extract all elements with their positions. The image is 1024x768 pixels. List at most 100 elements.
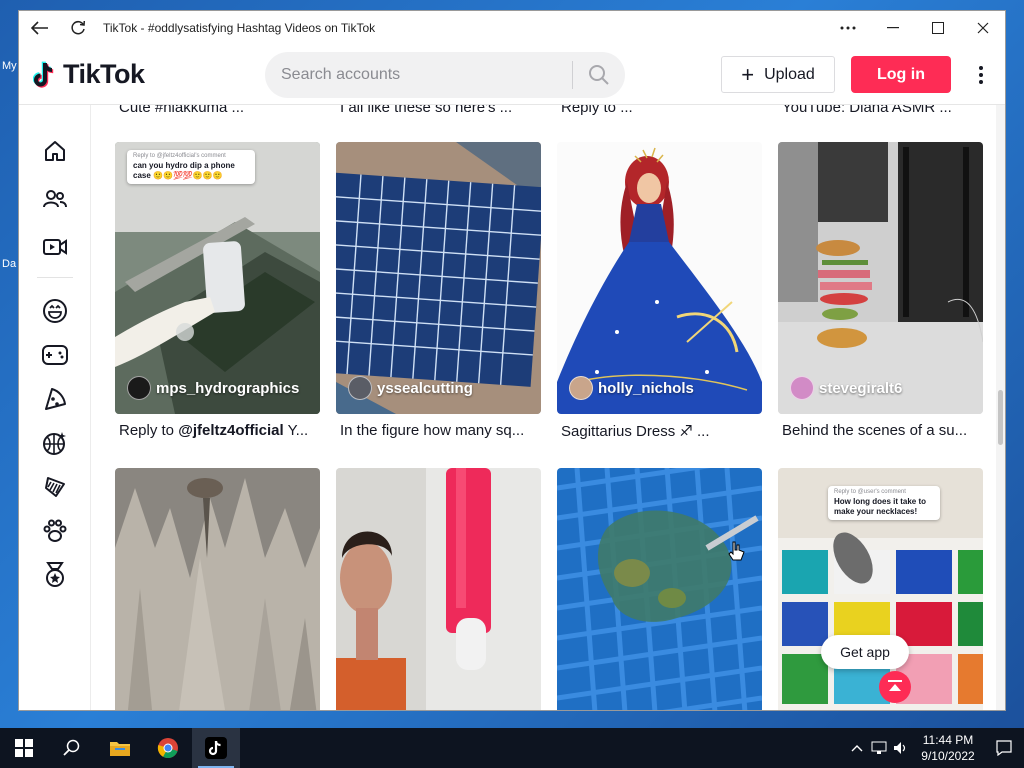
avatar <box>790 376 814 400</box>
close-icon <box>977 22 988 34</box>
video-card[interactable]: yssealcutting In the figure how many sq.… <box>336 142 541 439</box>
minimize-icon <box>886 27 899 29</box>
back-to-top-button[interactable] <box>879 671 911 703</box>
taskbar-chrome[interactable] <box>144 728 192 768</box>
achievement-icon[interactable] <box>41 561 69 589</box>
video-thumbnail[interactable] <box>557 468 762 710</box>
taskbar-file-explorer[interactable] <box>96 728 144 768</box>
video-card[interactable] <box>557 468 762 710</box>
header-more-menu[interactable] <box>971 65 991 84</box>
video-thumbnail[interactable]: stevegiralt6 <box>778 142 983 414</box>
video-thumbnail[interactable]: holly_nichols <box>557 142 762 414</box>
video-card[interactable]: Reply to @jfeltz4official's comment can … <box>115 142 320 439</box>
get-app-button[interactable]: Get app <box>821 635 909 669</box>
video-thumbnail[interactable] <box>336 468 541 710</box>
video-author[interactable]: mps_hydrographics <box>127 376 299 400</box>
video-thumbnail[interactable] <box>115 468 320 710</box>
previous-row-captions: Cute #hiakkuma ... I all like these so h… <box>115 105 996 121</box>
windows-taskbar: 11:44 PM 9/10/2022 <box>0 728 1024 768</box>
video-author[interactable]: holly_nichols <box>569 376 694 400</box>
video-card[interactable]: stevegiralt6 Behind the scenes of a su..… <box>778 142 983 439</box>
taskbar-search-button[interactable] <box>48 728 96 768</box>
desktop-icon-label[interactable]: My <box>2 60 17 72</box>
desktop-icon-label[interactable]: Da <box>2 258 16 270</box>
search-icon <box>589 64 609 85</box>
video-thumbnail[interactable]: yssealcutting <box>336 142 541 414</box>
chrome-icon <box>157 738 178 759</box>
taskbar-clock[interactable]: 11:44 PM 9/10/2022 <box>912 732 984 764</box>
author-username: yssealcutting <box>377 379 473 397</box>
system-tray: 11:44 PM 9/10/2022 <box>846 728 1024 768</box>
home-icon[interactable] <box>41 137 69 165</box>
sidebar-divider <box>37 277 73 278</box>
logo-wordmark: TikTok <box>63 59 145 89</box>
tiktok-app-window: TikTok - #oddlysatisfying Hashtag Videos… <box>18 10 1006 711</box>
video-caption[interactable]: Cute #hiakkuma ... <box>115 105 336 121</box>
search-input[interactable]: Search accounts <box>281 66 572 84</box>
avatar <box>348 376 372 400</box>
following-icon[interactable] <box>41 185 69 213</box>
author-username: mps_hydrographics <box>156 379 300 397</box>
windows-logo-icon <box>15 739 33 757</box>
video-card[interactable] <box>336 468 541 710</box>
caption-text: Y... <box>283 422 309 439</box>
ellipsis-icon <box>840 26 855 30</box>
video-author[interactable]: yssealcutting <box>348 376 473 400</box>
upload-button[interactable]: + Upload <box>721 56 835 93</box>
video-caption[interactable]: Sagittarius Dress ♐ ... <box>557 422 762 440</box>
search-button[interactable] <box>573 52 625 98</box>
start-button[interactable] <box>0 728 48 768</box>
video-thumbnail[interactable]: Reply to @jfeltz4official's comment can … <box>115 142 320 414</box>
notification-center-button[interactable] <box>984 740 1024 756</box>
comment-reply-bubble: Reply to @jfeltz4official's comment can … <box>127 150 255 184</box>
mouse-cursor-icon <box>728 541 745 561</box>
tiktok-logo[interactable]: TikTok <box>33 59 253 90</box>
sports-icon[interactable] <box>41 429 69 457</box>
comedy-icon[interactable] <box>41 297 69 325</box>
maximize-icon <box>931 22 944 34</box>
caption-mention[interactable]: @jfeltz4official <box>178 422 283 439</box>
login-button[interactable]: Log in <box>851 56 951 93</box>
search-bar[interactable]: Search accounts <box>265 51 625 98</box>
maximize-button[interactable] <box>915 11 960 45</box>
video-caption[interactable]: Behind the scenes of a su... <box>778 422 983 439</box>
scrollbar-thumb[interactable] <box>998 390 1003 445</box>
plus-icon: + <box>741 61 755 87</box>
minimize-button[interactable] <box>870 11 915 45</box>
comment-reply-header: Reply to @jfeltz4official's comment <box>133 153 226 159</box>
taskbar-tiktok[interactable] <box>192 728 240 768</box>
comment-reply-text: How long does it take to make your neckl… <box>834 496 927 516</box>
video-author[interactable]: stevegiralt6 <box>790 376 902 400</box>
video-caption[interactable]: In the figure how many sq... <box>336 422 541 439</box>
volume-icon[interactable] <box>890 741 912 755</box>
video-thumbnail[interactable]: Reply to @user's comment How long does i… <box>778 468 983 710</box>
animals-icon[interactable] <box>41 517 69 545</box>
page-scrollbar[interactable] <box>996 105 1005 710</box>
video-caption[interactable]: I all like these so here's ... <box>336 105 557 121</box>
refresh-button[interactable] <box>63 13 93 43</box>
video-card[interactable]: Reply to @user's comment How long does i… <box>778 468 983 710</box>
site-header: TikTok Search accounts + Upload Log in <box>19 45 1005 105</box>
video-caption[interactable]: YouTube: Diana ASMR ... <box>778 105 996 121</box>
search-icon <box>63 739 80 756</box>
back-arrow-icon <box>31 21 48 35</box>
chevron-up-icon[interactable] <box>846 744 868 752</box>
comment-reply-bubble: Reply to @user's comment How long does i… <box>828 486 940 520</box>
author-username: holly_nichols <box>598 379 694 397</box>
video-card[interactable]: holly_nichols Sagittarius Dress ♐ ... <box>557 142 762 440</box>
back-button[interactable] <box>25 13 55 43</box>
gaming-icon[interactable] <box>41 341 69 369</box>
more-options-button[interactable] <box>825 11 870 45</box>
food-icon[interactable] <box>41 385 69 413</box>
video-caption[interactable]: Reply to @jfeltz4official Y... <box>115 422 320 439</box>
video-caption[interactable]: Reply to ... <box>557 105 778 121</box>
live-icon[interactable] <box>41 233 69 261</box>
folder-icon <box>110 742 130 756</box>
tiktok-app-icon <box>205 737 227 759</box>
comment-reply-text: can you hydro dip a phone case 🙂🙂💯💯🙂🙂🙂 <box>133 160 235 180</box>
video-card[interactable] <box>115 468 320 710</box>
beauty-icon[interactable] <box>41 473 69 501</box>
close-button[interactable] <box>960 11 1005 45</box>
avatar <box>127 376 151 400</box>
network-icon[interactable] <box>868 741 890 755</box>
